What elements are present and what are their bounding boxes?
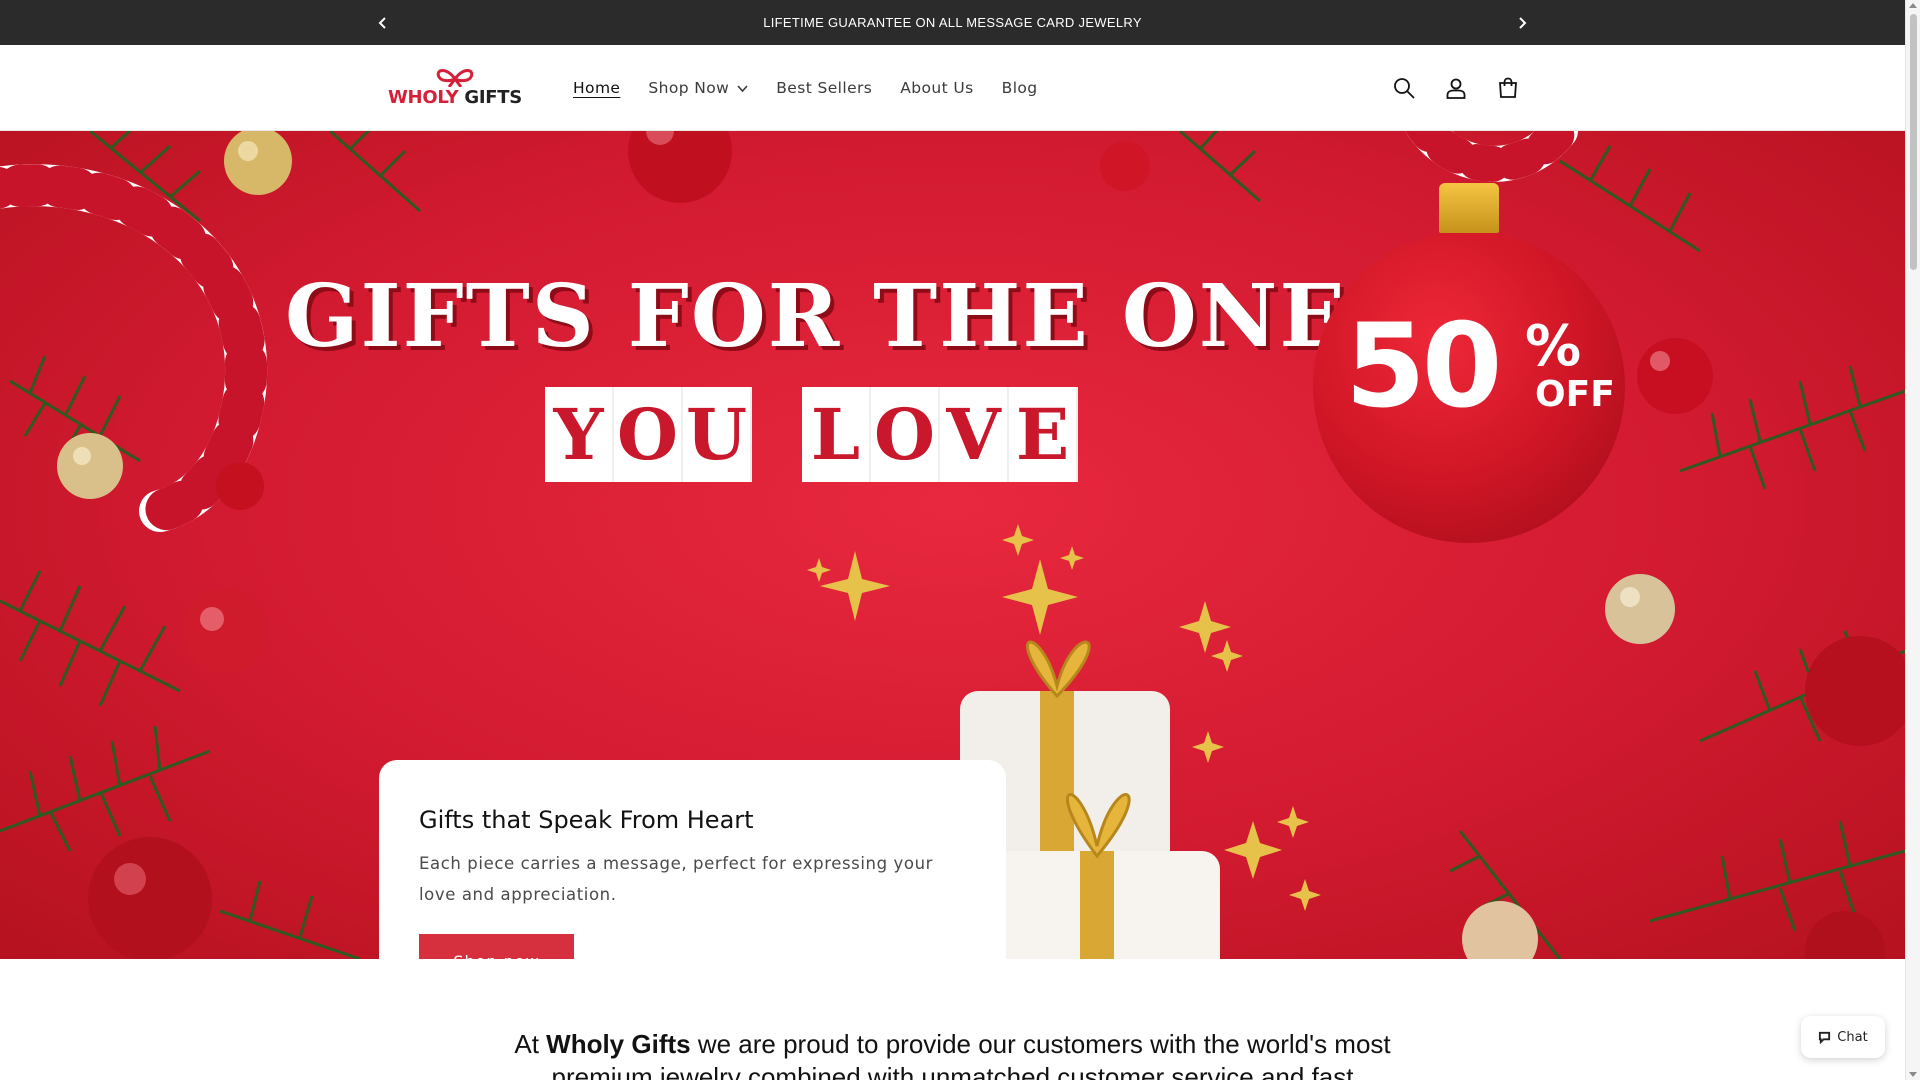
intro-line-2: premium jewelry combined with unmatched …: [551, 1062, 1354, 1080]
announcement-text: LIFETIME GUARANTEE ON ALL MESSAGE CARD J…: [763, 15, 1142, 30]
cart-icon: [1499, 77, 1517, 98]
hero-card-description: Each piece carries a message, perfect fo…: [419, 854, 934, 904]
account-button[interactable]: [1442, 70, 1470, 106]
intro-brand: Wholy Gifts: [546, 1029, 691, 1059]
hero-card-title: Gifts that Speak From Heart: [419, 806, 754, 834]
gift-bow-icon: [436, 69, 474, 87]
main-nav: Home Shop Now Best Sellers About Us Blog: [573, 45, 1038, 131]
site-header: WHOLY GIFTS Home Shop Now Best Sellers A…: [0, 45, 1905, 131]
nav-shop-now[interactable]: Shop Now: [648, 79, 748, 97]
candy-cane-left: [0, 164, 268, 532]
headline-letter: U: [683, 387, 752, 482]
headline-letter: O: [614, 387, 683, 482]
hero-banner: GIFTS FOR THE ONES YOU LOVE 50 % OFF Gif…: [0, 131, 1905, 959]
logo-word-1: WHOLY: [388, 87, 459, 108]
discount-off-label: OFF: [1535, 374, 1615, 415]
discount-number: 50: [1345, 299, 1502, 434]
nav-best-sellers[interactable]: Best Sellers: [776, 79, 872, 97]
shop-now-button[interactable]: Shop now: [419, 934, 574, 959]
next-announcement-button[interactable]: [1507, 0, 1537, 45]
nav-about-us[interactable]: About Us: [900, 79, 973, 97]
previous-announcement-button[interactable]: [368, 0, 398, 45]
intro-line-1: At Wholy Gifts we are proud to provide o…: [0, 1028, 1905, 1061]
headline-letter: Y: [545, 387, 614, 482]
discount-ornament-badge: 50 % OFF: [1313, 183, 1625, 543]
scroll-up-arrow-icon[interactable]: [1909, 3, 1917, 8]
headline-letter: E: [1009, 387, 1078, 482]
search-icon: [1394, 78, 1415, 99]
logo-word-2: GIFTS: [464, 87, 522, 108]
logo-text: WHOLY GIFTS: [388, 87, 522, 108]
logo[interactable]: WHOLY GIFTS: [388, 65, 522, 113]
nav-shop-now-label: Shop Now: [648, 79, 730, 97]
chat-button[interactable]: Chat: [1801, 1016, 1885, 1058]
ornament-cap: [1439, 183, 1499, 233]
scroll-down-arrow-icon[interactable]: [1909, 1072, 1917, 1077]
intro-text: At Wholy Gifts we are proud to provide o…: [0, 1028, 1905, 1080]
hero-headline-word-you: YOU: [545, 387, 752, 482]
announcement-bar: LIFETIME GUARANTEE ON ALL MESSAGE CARD J…: [0, 0, 1905, 45]
chat-bubble-icon: [1819, 1031, 1831, 1044]
hero-headline-word-love: LOVE: [802, 387, 1078, 482]
chevron-left-icon: [378, 16, 386, 29]
intro-line-1-rest: we are proud to provide our customers wi…: [690, 1029, 1391, 1059]
chevron-down-icon: [737, 84, 748, 92]
hero-headline-line2: YOU LOVE: [545, 387, 1128, 482]
cart-button[interactable]: [1494, 70, 1522, 106]
header-icons: [1390, 70, 1522, 106]
intro-prefix: At: [514, 1029, 547, 1059]
discount-percent-symbol: %: [1525, 314, 1582, 379]
hero-content-card: Gifts that Speak From Heart Each piece c…: [379, 760, 1006, 959]
hero-headline-line1: GIFTS FOR THE ONES: [285, 266, 1412, 367]
chat-label: Chat: [1837, 1029, 1868, 1045]
headline-letter: O: [871, 387, 940, 482]
account-icon: [1446, 78, 1466, 99]
search-button[interactable]: [1390, 70, 1418, 106]
chevron-right-icon: [1519, 16, 1527, 29]
candy-cane-top-right: [1405, 131, 1578, 182]
headline-letter: L: [802, 387, 871, 482]
headline-letter: V: [940, 387, 1009, 482]
page-scrollbar[interactable]: [1905, 0, 1920, 1080]
scrollbar-thumb[interactable]: [1910, 14, 1917, 270]
nav-home[interactable]: Home: [573, 79, 620, 97]
nav-blog[interactable]: Blog: [1002, 79, 1038, 97]
